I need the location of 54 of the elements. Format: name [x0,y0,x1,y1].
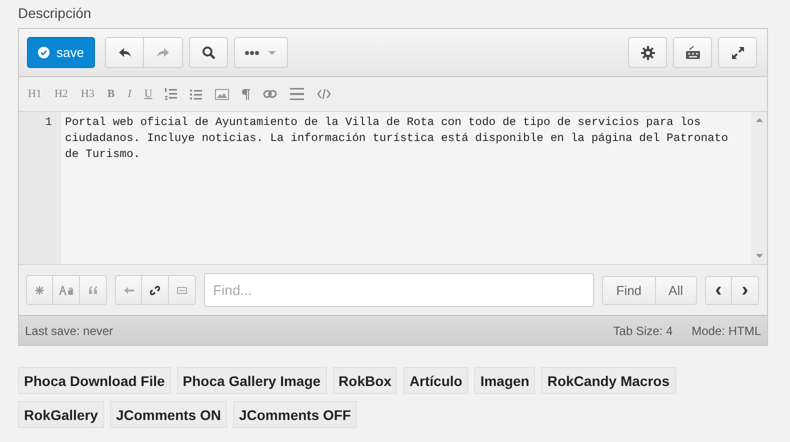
letter-case-icon [59,286,73,294]
code-icon[interactable] [317,89,332,99]
textbox-icon [177,286,187,294]
find-all-button[interactable]: All [656,276,697,304]
plugin-button[interactable]: Artículo [403,367,468,394]
redo-icon [156,46,170,58]
next-button[interactable]: › [732,276,759,304]
plugin-button[interactable]: RokBox [332,367,398,394]
tab-size-text: Tab Size: 4 [613,324,673,338]
asterisk-icon [35,286,44,294]
quote-icon [88,286,98,294]
mode-text: Mode: HTML [692,324,761,338]
scroll-down-icon[interactable] [756,254,762,259]
plugin-button[interactable]: Imagen [474,367,536,394]
more-menu-button[interactable] [234,37,288,68]
left-arrow-icon [124,286,134,294]
keyboard-button[interactable] [673,37,712,68]
check-icon [38,46,50,59]
link-button[interactable] [142,275,169,305]
scroll-up-icon[interactable] [756,117,762,122]
undo-button[interactable] [105,37,144,68]
find-button[interactable]: Find [602,276,656,304]
fullscreen-button[interactable] [718,37,757,68]
expand-icon [730,46,744,60]
image-icon[interactable] [215,88,230,100]
search-button[interactable] [189,37,228,68]
scrollbar[interactable] [751,112,767,264]
link-icon[interactable] [263,89,278,99]
last-save-text: Last save: never [25,324,114,338]
keyboard-icon [684,46,700,60]
plugin-button[interactable]: JComments OFF [232,401,357,428]
ellipsis-caret-icon [244,48,278,56]
field-label: Descripción [18,5,92,23]
settings-icon [640,46,654,60]
bullet-list-icon[interactable] [190,88,202,100]
ordered-list-icon[interactable] [165,88,178,100]
search-icon [202,46,216,60]
save-button[interactable]: save [27,37,95,68]
plugin-button[interactable]: JComments ON [110,401,227,428]
quote-button[interactable] [80,275,107,305]
find-field[interactable]: Find... [204,273,594,307]
previous-button[interactable]: ‹ [705,276,732,304]
plugin-button[interactable]: RokGallery [18,401,104,428]
plugin-button[interactable]: Phoca Gallery Image [176,367,327,394]
horizontal-rule-icon[interactable] [290,88,304,100]
link-icon [150,284,160,296]
asterisk-button[interactable] [26,275,53,305]
case-button[interactable] [53,275,80,305]
undo-icon [118,46,132,58]
settings-button[interactable] [628,37,667,68]
plugin-button[interactable]: Phoca Download File [18,367,171,394]
pilcrow-icon[interactable] [242,88,250,100]
line-number: 1 [45,117,52,129]
plugin-button[interactable]: RokCandy Macros [541,367,676,394]
